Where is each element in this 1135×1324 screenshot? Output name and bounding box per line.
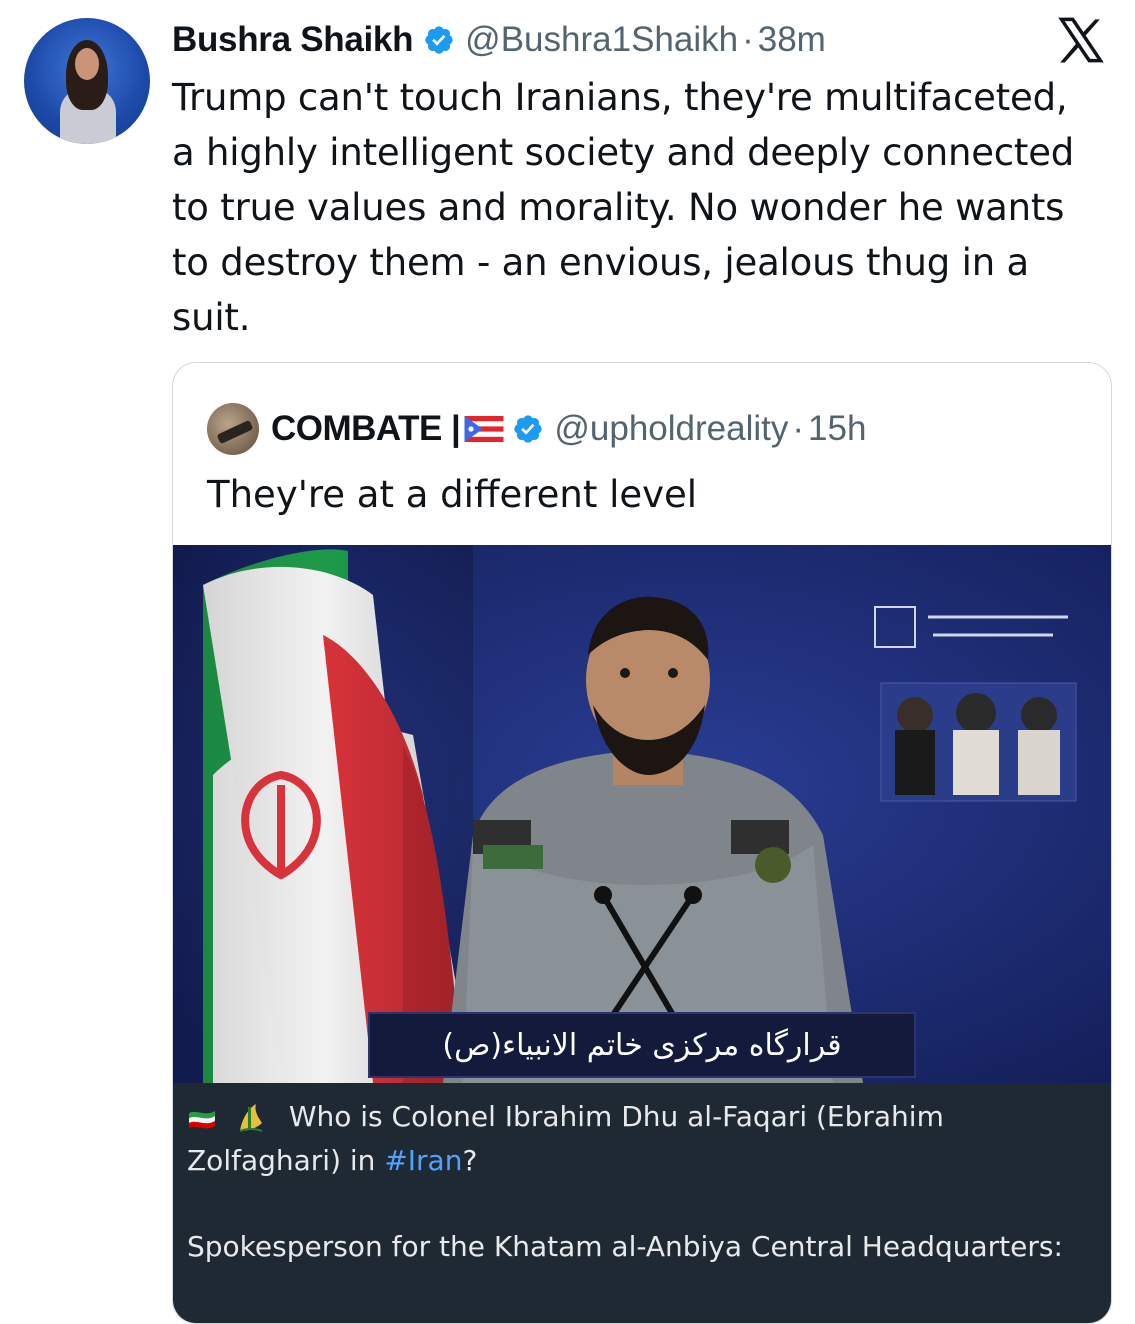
author-name[interactable]: Bushra Shaikh: [172, 20, 413, 60]
caption-line-3: Spokesperson for the Khatam al-Anbiya Ce…: [187, 1227, 1063, 1267]
tweet-text-line: suit.: [172, 296, 251, 339]
tweet-text-line: to destroy them - an envious, jealous th…: [172, 241, 1029, 284]
separator-dot: ·: [792, 409, 805, 448]
tweet-timestamp[interactable]: 38m: [758, 20, 826, 60]
media-caption: Who is Colonel Ibrahim Dhu al-Faqari (Eb…: [173, 1083, 1111, 1323]
caption-line-1: Who is Colonel Ibrahim Dhu al-Faqari (Eb…: [187, 1097, 944, 1137]
irgc-emblem-icon: [239, 1104, 263, 1132]
tweet-text-line: Trump can't touch Iranians, they're mult…: [172, 76, 1068, 119]
caption-text-line-1: Who is Colonel Ibrahim Dhu al-Faqari (Eb…: [288, 1100, 944, 1133]
puerto-rico-flag-icon: [464, 416, 504, 442]
tweet-text-line: a highly intelligent society and deeply …: [172, 131, 1075, 174]
podium-text: قرارگاه مرکزی خاتم الانبیاء(ص): [442, 1028, 841, 1063]
quoted-tweet-text: They're at a different level: [207, 473, 698, 516]
separator-dot: ·: [742, 20, 754, 59]
tweet-text: Trump can't touch Iranians, they're mult…: [172, 70, 1112, 345]
author-avatar[interactable]: [24, 18, 150, 144]
tweet-text-line: to true values and morality. No wonder h…: [172, 186, 1065, 229]
media-illustration: قرارگاه مرکزی خاتم الانبیاء(ص): [173, 545, 1111, 1083]
caption-text-line-3: Spokesperson for the Khatam al-Anbiya Ce…: [187, 1230, 1063, 1263]
quoted-tweet-card[interactable]: COMBATE | @upholdreality · 15h They're a…: [172, 362, 1112, 1324]
hashtag-link[interactable]: #Iran: [384, 1144, 462, 1177]
iran-flag-backdrop: [173, 545, 473, 1083]
tweet-header: Bushra Shaikh @Bushra1Shaikh · 38m: [172, 16, 826, 64]
quoted-tweet-header: COMBATE | @upholdreality · 15h: [207, 401, 866, 457]
quoted-author-avatar[interactable]: [207, 403, 259, 455]
podium-sign: قرارگاه مرکزی خاتم الانبیاء(ص): [368, 1012, 916, 1078]
quoted-author-handle[interactable]: @upholdreality: [554, 409, 788, 449]
verified-badge-icon: [425, 26, 453, 54]
caption-line-2: Zolfaghari) in #Iran?: [187, 1141, 477, 1181]
quoted-author-name[interactable]: COMBATE |: [271, 409, 461, 449]
x-logo-icon[interactable]: [1054, 14, 1108, 66]
quoted-timestamp[interactable]: 15h: [808, 409, 866, 449]
iran-flag-icon: [189, 1111, 215, 1129]
caption-text-line-2-prefix: Zolfaghari) in: [187, 1144, 385, 1177]
verified-badge-icon: [514, 415, 543, 443]
caption-text-line-2-suffix: ?: [462, 1144, 478, 1177]
author-handle[interactable]: @Bushra1Shaikh: [465, 20, 738, 60]
quoted-media-image[interactable]: قرارگاه مرکزی خاتم الانبیاء(ص): [173, 545, 1111, 1083]
